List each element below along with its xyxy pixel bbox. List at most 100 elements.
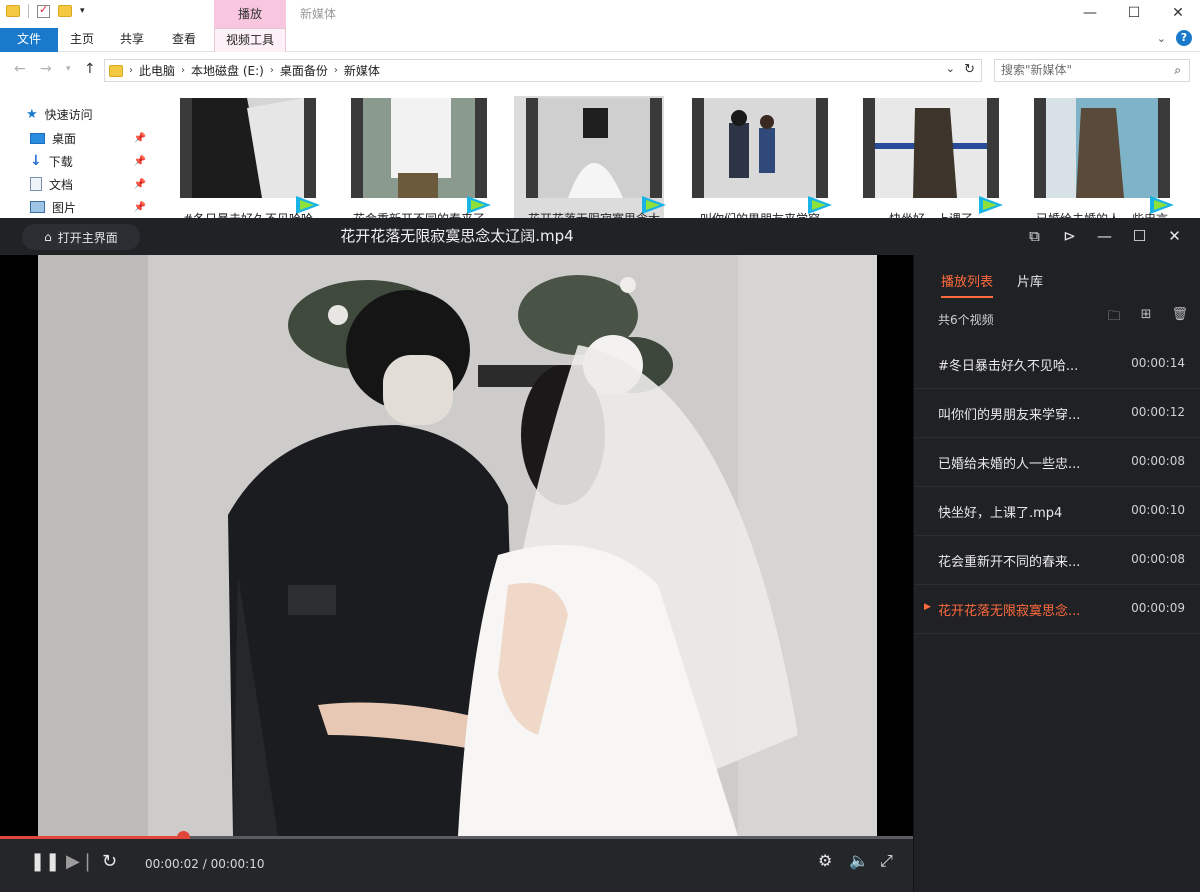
refresh-icon[interactable]: ↻	[964, 62, 975, 77]
mini-mode-icon[interactable]: ⧉	[1017, 218, 1052, 255]
ribbon: 文件 主页 共享 查看 视频工具 ⌄ ?	[0, 28, 1200, 52]
playlist-item[interactable]: 叫你们的男朋友来学穿... 00:00:12	[914, 389, 1200, 438]
video-area[interactable]	[0, 255, 913, 836]
document-icon	[30, 177, 42, 191]
control-bar: ❚❚ ▶❘ ↻ 00:00:02 / 00:00:10 ⚙ 🔈 ⤢	[0, 839, 913, 892]
breadcrumb-drive[interactable]: 本地磁盘 (E:)	[191, 62, 264, 79]
explorer-titlebar: ▾ 播放 新媒体 — ☐ ✕	[0, 0, 1200, 28]
playlist-item-duration: 00:00:09	[1131, 601, 1185, 615]
playlist-item[interactable]: 快坐好，上课了.mp4 00:00:10	[914, 487, 1200, 536]
playlist-item[interactable]: 已婚给未婚的人一些忠... 00:00:08	[914, 438, 1200, 487]
properties-icon[interactable]	[37, 3, 50, 18]
nav-item-downloads[interactable]: ↓ 下载 📌	[30, 151, 152, 171]
player-title: 花开花落无限寂寞思念太辽阔.mp4	[340, 227, 574, 245]
video-still	[38, 255, 877, 836]
breadcrumb-new-media[interactable]: 新媒体	[344, 62, 380, 79]
minimize-icon[interactable]: —	[1087, 218, 1122, 255]
search-icon[interactable]: ⌕	[1174, 60, 1181, 81]
volume-icon[interactable]: 🔈	[849, 851, 869, 870]
chevron-right-icon: ›	[333, 65, 338, 76]
file-grid: #冬日暴击好久不见哈哈 花会重新开不同的春来了 花开花落无限寂寞思念太 叫你们的…	[158, 88, 1200, 226]
time-display: 00:00:02 / 00:00:10	[145, 857, 265, 871]
video-thumbnail	[180, 98, 316, 198]
tab-video-tools[interactable]: 视频工具	[214, 28, 286, 52]
maximize-icon[interactable]: ☐	[1122, 218, 1157, 255]
playlist-item-duration: 00:00:14	[1131, 356, 1185, 370]
sidebar-tabs: 播放列表 片库	[941, 271, 1043, 298]
playlist: #冬日暴击好久不见哈... 00:00:14 叫你们的男朋友来学穿... 00:…	[914, 340, 1200, 634]
video-thumbnail	[692, 98, 828, 198]
nav-item-pictures[interactable]: 图片 📌	[30, 197, 152, 217]
tab-view[interactable]: 查看	[166, 28, 202, 52]
close-icon[interactable]: ✕	[1156, 0, 1200, 28]
breadcrumb-backup[interactable]: 桌面备份	[280, 62, 328, 79]
customize-dropdown-icon[interactable]: ▾	[80, 6, 85, 16]
playlist-tools: 🗀 ⊞ 🗑	[1108, 307, 1188, 329]
chevron-right-icon: ›	[129, 65, 133, 76]
address-dropdown-icon[interactable]: ⌄	[946, 62, 955, 75]
player-window-controls: ⧉ ⊳ — ☐ ✕	[1017, 218, 1192, 255]
download-icon: ↓	[30, 153, 42, 169]
pin-icon[interactable]: 📌	[134, 179, 146, 190]
chevron-right-icon: ›	[181, 65, 186, 76]
tab-share[interactable]: 共享	[114, 28, 150, 52]
help-icon[interactable]: ?	[1176, 30, 1192, 46]
separator	[28, 4, 29, 18]
forward-icon[interactable]: →	[40, 61, 52, 77]
pin-icon[interactable]: 📌	[134, 202, 146, 213]
video-thumbnail	[526, 98, 662, 198]
trash-icon[interactable]: 🗑	[1171, 307, 1188, 329]
star-icon: ★	[26, 106, 38, 122]
open-folder-icon[interactable]: 🗀	[1108, 307, 1121, 329]
playlist-item-current[interactable]: ▶ 花开花落无限寂寞思念... 00:00:09	[914, 585, 1200, 634]
add-file-icon[interactable]: ⊞	[1141, 307, 1152, 329]
tab-playlist[interactable]: 播放列表	[941, 271, 994, 298]
playlist-item-name: 花会重新开不同的春来...	[938, 555, 1081, 570]
playlist-item[interactable]: #冬日暴击好久不见哈... 00:00:14	[914, 340, 1200, 389]
folder-icon[interactable]	[6, 5, 20, 17]
playlist-item-duration: 00:00:12	[1131, 405, 1185, 419]
pin-icon[interactable]: 📌	[134, 133, 146, 144]
pin-top-icon[interactable]: ⊳	[1052, 218, 1087, 255]
nav-item-desktop[interactable]: 桌面 📌	[30, 128, 152, 148]
file-item-selected[interactable]: 花开花落无限寂寞思念太	[514, 96, 666, 226]
file-item[interactable]: 已婚给未婚的人一些忠言	[1022, 96, 1174, 226]
file-item[interactable]: 快坐好，上课了	[851, 96, 1003, 226]
pin-icon[interactable]: 📌	[134, 156, 146, 167]
file-item[interactable]: #冬日暴击好久不见哈哈	[168, 96, 320, 226]
new-folder-icon[interactable]	[58, 5, 72, 17]
nav-quick-access[interactable]: ★ 快速访问	[26, 104, 93, 124]
loop-icon[interactable]: ↻	[102, 851, 117, 872]
nav-item-documents[interactable]: 文档 📌	[30, 174, 152, 194]
recent-dropdown-icon[interactable]: ▾	[66, 64, 71, 74]
context-tab-play[interactable]: 播放	[214, 0, 286, 28]
folder-icon	[109, 64, 123, 77]
next-icon[interactable]: ▶❘	[66, 851, 95, 872]
maximize-icon[interactable]: ☐	[1112, 0, 1156, 28]
playlist-item[interactable]: 花会重新开不同的春来... 00:00:08	[914, 536, 1200, 585]
nav-label: 下载	[48, 154, 73, 169]
tab-file[interactable]: 文件	[0, 28, 58, 52]
video-thumbnail	[1034, 98, 1170, 198]
file-item[interactable]: 花会重新开不同的春来了	[339, 96, 491, 226]
nav-label: 快速访问	[44, 107, 93, 122]
expand-ribbon-icon[interactable]: ⌄	[1157, 32, 1166, 45]
playlist-item-duration: 00:00:08	[1131, 552, 1185, 566]
up-icon[interactable]: ↑	[84, 61, 96, 77]
minimize-icon[interactable]: —	[1068, 0, 1112, 28]
playlist-sidebar: 播放列表 片库 共6个视频 🗀 ⊞ 🗑 #冬日暴击好久不见哈... 00:00:…	[913, 255, 1200, 892]
tab-library[interactable]: 片库	[1017, 271, 1043, 298]
address-input[interactable]: › 此电脑 › 本地磁盘 (E:) › 桌面备份 › 新媒体 ⌄ ↻	[104, 59, 982, 82]
tab-home[interactable]: 主页	[64, 28, 100, 52]
file-item[interactable]: 叫你们的男朋友来学穿	[680, 96, 832, 226]
fullscreen-icon[interactable]: ⤢	[880, 851, 893, 871]
player-titlebar[interactable]: ⌂ 打开主界面 花开花落无限寂寞思念太辽阔.mp4 ⧉ ⊳ — ☐ ✕	[0, 218, 1200, 255]
playlist-item-duration: 00:00:10	[1131, 503, 1185, 517]
back-icon[interactable]: ←	[14, 61, 26, 77]
quick-access-toolbar: ▾	[6, 3, 85, 18]
search-input[interactable]: 搜索"新媒体" ⌕	[994, 59, 1190, 82]
settings-icon[interactable]: ⚙	[818, 851, 832, 870]
pause-icon[interactable]: ❚❚	[30, 851, 60, 872]
breadcrumb-this-pc[interactable]: 此电脑	[139, 62, 175, 79]
close-icon[interactable]: ✕	[1157, 218, 1192, 255]
